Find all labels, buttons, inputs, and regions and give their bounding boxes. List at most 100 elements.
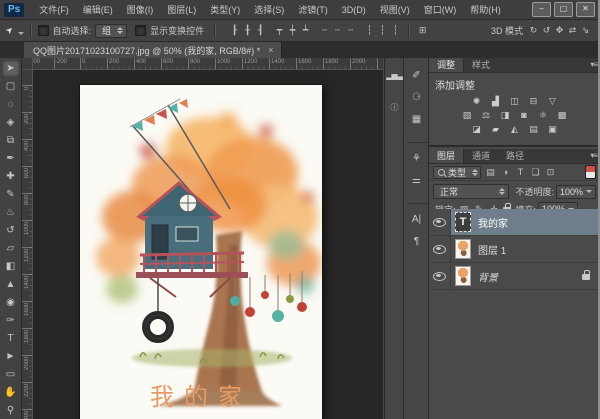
panel-tab[interactable]: 图层 [429,149,464,163]
color-panel-icon[interactable]: ⚆ [407,90,427,106]
menu-item[interactable]: 编辑(E) [76,3,120,16]
filter-smart-objects-icon[interactable]: ⊡ [544,166,557,179]
exposure-icon[interactable]: ⊟ [526,95,541,108]
threshold-icon[interactable]: ◭ [507,123,522,136]
history-brush-tool[interactable]: ↺ [2,222,20,239]
layer-name[interactable]: 图层 1 [478,242,506,257]
panel-menu-icon[interactable]: ▾≡ [590,60,597,69]
quick-selection-tool[interactable]: ◈ [2,114,20,131]
3d-rotate-icon[interactable]: ↻ [527,24,540,37]
levels-icon[interactable]: ▟ [488,95,503,108]
layer-name[interactable]: 我的家 [478,215,508,230]
layer-row[interactable]: 背景 [429,263,600,290]
histogram-panel-icon[interactable]: ▂▅▃ [384,68,404,84]
3d-drag-icon[interactable]: ✥ [553,24,566,37]
align-center-horizontal-icon[interactable]: ╂ [241,24,254,37]
brush-panel-icon[interactable]: ✐ [407,68,427,84]
menu-item[interactable]: 图像(I) [120,3,161,16]
layer-row[interactable]: T 我的家 [429,209,600,236]
filter-type-layers-icon[interactable]: T [514,166,527,179]
distribute-horizontal-icon[interactable]: ┆ [376,24,389,37]
zoom-tool[interactable]: ⚲ [2,402,20,419]
hand-tool[interactable]: ✋ [2,384,20,401]
shape-tool[interactable]: ▭ [2,366,20,383]
invert-icon[interactable]: ◪ [469,123,484,136]
selective-color-icon[interactable]: ▣ [545,123,560,136]
brush-presets-panel-icon[interactable]: ⚘ [407,151,427,167]
layer-row[interactable]: 图层 1 [429,236,600,263]
minimize-button[interactable]: – [532,2,551,17]
blur-tool[interactable]: ▲ [2,276,20,293]
gradient-tool[interactable]: ◧ [2,258,20,275]
gradient-map-icon[interactable]: ▤ [526,123,541,136]
blend-mode-dropdown[interactable]: 正常 [433,184,509,199]
layer-row-body[interactable]: T 我的家 [451,209,600,235]
panel-tab[interactable]: 样式 [464,58,498,72]
distribute-right-icon[interactable]: ┆ [389,24,402,37]
paragraph-panel-icon[interactable]: ¶ [407,234,427,250]
3d-roll-icon[interactable]: ↺ [540,24,553,37]
channel-mixer-icon[interactable]: ⚛ [536,109,551,122]
swatches-panel-icon[interactable]: ▦ [407,112,427,143]
path-selection-tool[interactable]: ► [2,348,20,365]
distribute-top-icon[interactable]: ┄ [318,24,331,37]
brush-tool[interactable]: ✎ [2,186,20,203]
menu-item[interactable]: 滤镜(T) [291,3,335,16]
3d-scale-icon[interactable]: ⇘ [579,24,592,37]
move-tool[interactable]: ➤ [2,60,20,77]
maximize-button[interactable]: ▢ [554,2,573,17]
menu-item[interactable]: 图层(L) [160,3,203,16]
layer-visibility-eye-icon[interactable] [433,218,446,227]
crop-tool[interactable]: ⧉ [2,132,20,149]
layer-filter-type-dropdown[interactable]: 类型 [433,166,481,179]
pen-tool[interactable]: ✑ [2,312,20,329]
menu-item[interactable]: 窗口(W) [417,3,464,16]
panel-tab[interactable]: 路径 [498,149,532,163]
vertical-ruler[interactable]: 0200400600800100012001400160018002000220… [22,70,33,419]
clone-stamp-tool[interactable]: ♨ [2,204,20,221]
canvas[interactable]: 我的家 [80,85,322,419]
align-center-vertical-icon[interactable]: ┿ [286,24,299,37]
auto-align-icon[interactable]: ⊞ [416,24,429,37]
align-bottom-icon[interactable]: ┷ [299,24,312,37]
tool-preset-dropdown-icon[interactable] [18,32,24,35]
black-white-icon[interactable]: ◨ [498,109,513,122]
horizontal-ruler[interactable]: -400-20002004006008001000120014001600180… [33,58,383,70]
menu-item[interactable]: 类型(Y) [203,3,247,16]
hue-saturation-icon[interactable]: ▧ [460,109,475,122]
ruler-origin-corner[interactable] [22,58,33,70]
menu-item[interactable]: 视图(V) [373,3,417,16]
auto-select-dropdown[interactable]: 组 [95,24,127,38]
eyedropper-tool[interactable]: ✒ [2,150,20,167]
menu-item[interactable]: 文件(F) [32,3,76,16]
layer-filter-toggle[interactable] [585,165,596,179]
lasso-tool[interactable]: ◌ [2,96,20,113]
opacity-value-box[interactable]: 100% [556,185,596,199]
auto-select-checkbox[interactable] [38,25,49,36]
layer-row-body[interactable]: 图层 1 [451,236,600,262]
panel-tab[interactable]: 通道 [464,149,498,163]
vibrance-icon[interactable]: ▽ [545,95,560,108]
filter-shape-layers-icon[interactable]: ❏ [529,166,542,179]
type-tool[interactable]: T [2,330,20,347]
distribute-bottom-icon[interactable]: ┄ [344,24,357,37]
distribute-left-icon[interactable]: ┆ [363,24,376,37]
filter-pixel-layers-icon[interactable]: ▤ [484,166,497,179]
layer-visibility-eye-icon[interactable] [433,245,446,254]
menu-item[interactable]: 帮助(H) [463,3,508,16]
tool-presets-panel-icon[interactable]: ⚌ [407,173,427,204]
layer-visibility-eye-icon[interactable] [433,272,446,281]
brightness-contrast-icon[interactable]: ✺ [469,95,484,108]
menu-item[interactable]: 3D(D) [335,5,373,15]
rectangular-marquee-tool[interactable]: ▢ [2,78,20,95]
align-right-icon[interactable]: ┨ [254,24,267,37]
panel-tab[interactable]: 调整 [429,58,464,72]
menu-item[interactable]: 选择(S) [247,3,291,16]
pasteboard[interactable]: 我的家 [33,70,383,419]
layer-name[interactable]: 背景 [478,269,498,284]
info-panel-icon[interactable]: ⓘ [384,100,404,116]
distribute-vertical-icon[interactable]: ┄ [331,24,344,37]
color-balance-icon[interactable]: ⚖ [479,109,494,122]
curves-icon[interactable]: ◫ [507,95,522,108]
align-left-icon[interactable]: ┠ [228,24,241,37]
